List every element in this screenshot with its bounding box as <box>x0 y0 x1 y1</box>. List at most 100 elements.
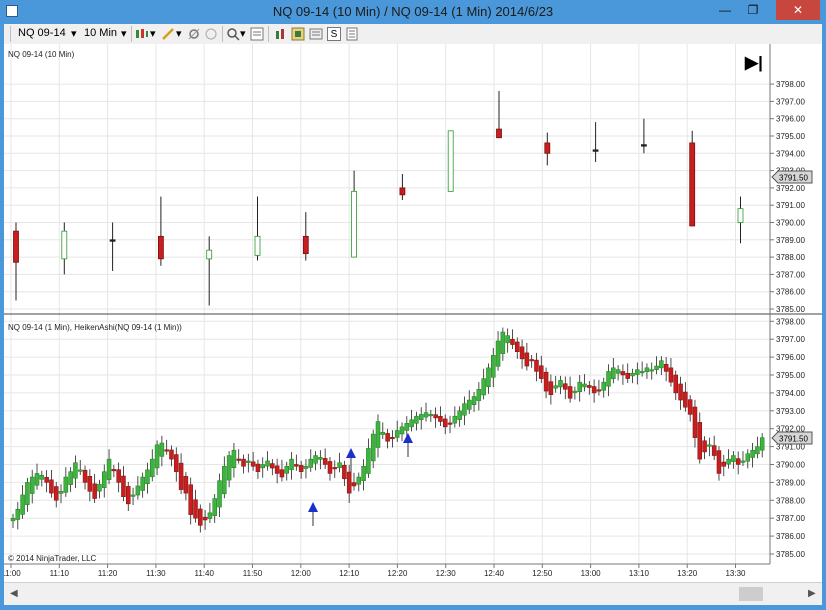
ha-candle <box>241 454 246 474</box>
ha-candle-body <box>635 369 640 375</box>
ha-candle-body <box>370 433 376 462</box>
buy-signal-arrow <box>308 502 318 526</box>
ha-candle-body <box>563 383 568 390</box>
scroll-left-icon[interactable]: ◀ <box>10 588 18 599</box>
go-to-end-icon[interactable]: ▶| <box>744 53 763 72</box>
ha-candle <box>673 370 679 401</box>
ha-candle <box>659 356 664 376</box>
minimize-button[interactable]: — <box>712 0 738 20</box>
chart-style-icon[interactable] <box>135 27 149 41</box>
instrument-dropdown-icon[interactable]: ▾ <box>71 27 77 40</box>
price-tick-label: 3795.00 <box>776 371 805 380</box>
ha-candle <box>491 348 496 388</box>
price-tick-label: 3787.00 <box>776 270 805 279</box>
chart-canvas[interactable]: 3798.00 3797.00 3796.00 3795.00 3794.00 3793.… <box>1 44 822 582</box>
ha-candle-body <box>423 412 429 418</box>
chart-style-dropdown-icon[interactable]: ▾ <box>150 27 156 40</box>
scroll-right-icon[interactable]: ▶ <box>808 588 816 599</box>
ha-candle-body <box>755 446 760 455</box>
ha-candle-body <box>366 448 371 474</box>
ha-candle-body <box>342 464 347 480</box>
ha-candle-body <box>231 449 237 469</box>
ha-candle-body <box>428 414 434 417</box>
ha-candle-body <box>644 367 650 373</box>
ha-candle-body <box>255 463 261 472</box>
ha-candle-body <box>44 477 49 483</box>
ha-candle-body <box>82 469 88 483</box>
zoom-dropdown-icon[interactable]: ▾ <box>240 27 246 40</box>
lower-price-marker-text: 3791.50 <box>779 435 808 444</box>
candle <box>689 130 696 227</box>
ha-candle-body <box>577 381 582 392</box>
lower-price-marker: 3791.50 <box>771 431 813 445</box>
ha-candle <box>73 455 78 489</box>
properties-icon[interactable] <box>345 27 359 41</box>
indicators-icon[interactable] <box>274 27 288 41</box>
ha-candle-body <box>500 331 506 354</box>
ha-candle <box>735 451 741 475</box>
ha-candle <box>82 465 88 490</box>
ha-candle <box>87 469 93 502</box>
time-tick-label: 13:30 <box>725 569 746 578</box>
ha-candle-body <box>169 449 174 460</box>
time-tick-label: 11:50 <box>243 569 263 578</box>
candle-body <box>109 239 116 242</box>
ha-candle <box>193 489 198 523</box>
candle <box>399 174 406 201</box>
ha-candle <box>188 477 193 525</box>
ha-candle-body <box>198 508 203 526</box>
ha-candle <box>34 463 40 490</box>
chart-area[interactable]: 3798.00 3797.00 3796.00 3795.00 3794.00 3793.… <box>1 44 822 582</box>
ha-candle <box>755 436 760 459</box>
price-tick-label: 3788.00 <box>776 253 805 262</box>
ha-candle <box>169 445 174 467</box>
instrument-selector[interactable]: NQ 09-14 <box>18 27 66 39</box>
ha-candle-body <box>274 465 280 474</box>
ha-candle <box>731 451 736 469</box>
ha-candle <box>15 502 21 530</box>
candle-body <box>689 142 696 227</box>
ha-candle-body <box>236 458 241 461</box>
time-tick-label: 11:40 <box>194 569 214 578</box>
interval-selector[interactable]: 10 Min <box>84 27 117 39</box>
candle-body <box>544 142 551 154</box>
interval-dropdown-icon[interactable]: ▾ <box>121 27 127 40</box>
ha-candle <box>140 472 145 498</box>
toolbar-separator <box>268 26 269 42</box>
s-button[interactable]: S <box>327 27 341 41</box>
restore-button[interactable]: ❐ <box>740 0 766 20</box>
ha-candle <box>543 367 549 399</box>
close-button[interactable]: ✕ <box>776 0 820 20</box>
horizontal-scrollbar[interactable]: ◀ ▶ <box>4 582 822 605</box>
scrollbar-thumb[interactable] <box>739 587 763 601</box>
ha-candle <box>515 337 520 359</box>
upper-price-marker-text: 3791.50 <box>779 174 808 183</box>
templates-icon[interactable] <box>309 27 323 41</box>
ha-candle <box>654 356 659 375</box>
snap-icon[interactable] <box>187 27 201 41</box>
drawing-tool-dropdown-icon[interactable]: ▾ <box>176 27 182 40</box>
zoom-icon[interactable] <box>226 27 240 41</box>
data-box-icon[interactable] <box>250 27 264 41</box>
ha-candle <box>716 446 722 481</box>
ha-candle-body <box>97 483 102 492</box>
ha-candle-body <box>692 406 698 438</box>
ha-candle <box>255 459 261 479</box>
time-tick-label: 12:30 <box>436 569 457 578</box>
global-draw-icon[interactable] <box>204 27 218 41</box>
candle-body <box>447 130 454 192</box>
ha-candle-body <box>510 338 515 345</box>
ha-candle-body <box>615 369 621 374</box>
strategies-icon[interactable] <box>291 27 305 41</box>
ha-candle <box>178 453 184 495</box>
ha-candle-body <box>154 444 160 469</box>
ha-candle-body <box>481 378 486 396</box>
candle-body <box>13 230 19 263</box>
ha-candle <box>399 422 405 442</box>
drawing-tool-icon[interactable] <box>161 27 175 41</box>
ha-candle <box>135 476 141 500</box>
ha-candle <box>226 451 232 488</box>
ha-candle <box>582 374 587 392</box>
ha-candle-body <box>409 419 414 428</box>
ha-candle-body <box>270 463 275 469</box>
